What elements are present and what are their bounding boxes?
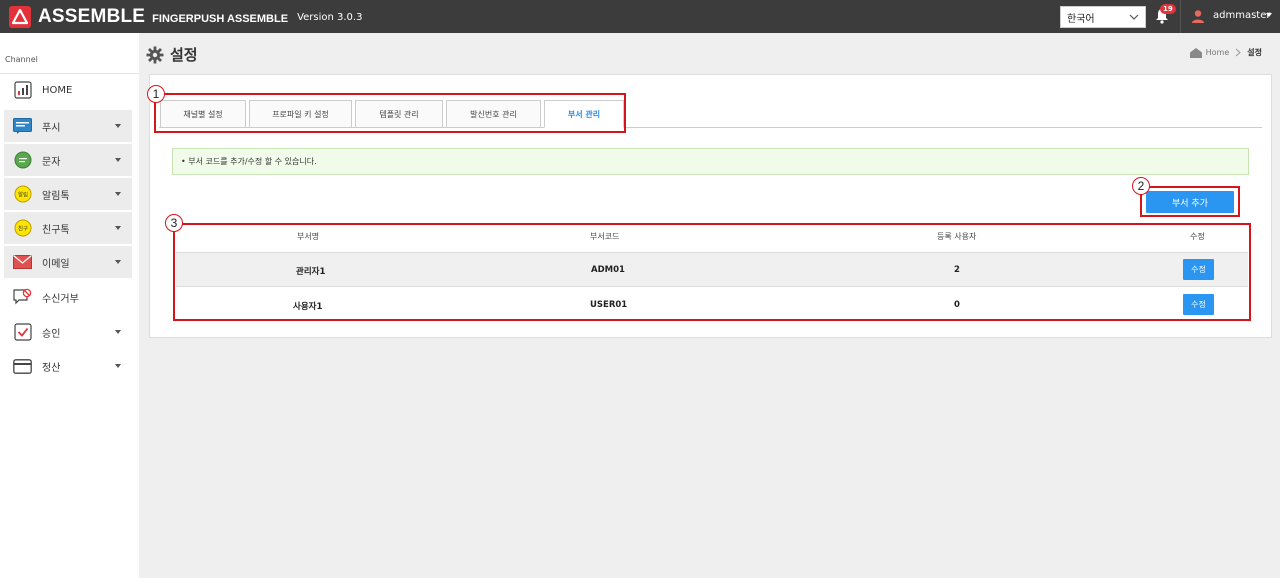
chevron-down-icon <box>115 192 121 196</box>
sms-icon <box>13 151 32 169</box>
header-divider <box>1180 0 1181 33</box>
version-label: Version 3.0.3 <box>297 11 363 23</box>
notification-badge: 19 <box>1160 4 1176 14</box>
chevron-down-icon <box>115 226 121 230</box>
callout-box-tabs <box>154 93 626 133</box>
friendtalk-icon: 친구 <box>13 219 32 237</box>
sidebar-item-reject[interactable]: 수신거부 <box>4 281 132 313</box>
brand-subtitle: FINGERPUSH ASSEMBLE <box>152 12 289 25</box>
sidebar-item-push[interactable]: 푸시 <box>4 110 132 142</box>
sidebar-item-sms[interactable]: 문자 <box>4 144 132 176</box>
sidebar-item-label: 승인 <box>42 328 61 340</box>
friendtalk-badge-text: 친구 <box>17 225 27 233</box>
info-message: • 부서 코드를 추가/수정 할 수 있습니다. <box>172 148 1249 175</box>
gear-icon <box>146 46 164 63</box>
sidebar-item-label: HOME <box>42 84 73 96</box>
reject-icon <box>13 288 32 306</box>
page-header: 설정 <box>146 44 198 65</box>
home-icon <box>1189 47 1202 58</box>
sidebar-item-settlement[interactable]: 정산 <box>4 350 132 382</box>
breadcrumb-current: 설정 <box>1247 48 1262 57</box>
user-menu-caret-icon[interactable] <box>1266 13 1272 17</box>
brand-name[interactable]: ASSEMBLE <box>38 6 145 28</box>
callout-box-add-button <box>1140 186 1240 217</box>
chevron-down-icon <box>115 364 121 368</box>
sidebar-item-friendtalk[interactable]: 친구 친구톡 <box>4 212 132 244</box>
breadcrumb: Home 설정 <box>1189 47 1262 58</box>
page-title: 설정 <box>170 46 198 64</box>
alimtalk-badge-text: 알림 <box>17 191 27 199</box>
chevron-down-icon <box>115 124 121 128</box>
push-icon <box>13 117 32 135</box>
chevron-down-icon <box>115 330 121 334</box>
check-icon <box>13 323 32 341</box>
sidebar-item-label: 푸시 <box>42 122 61 134</box>
channel-label: Channel <box>5 55 38 64</box>
callout-number: 1 <box>147 85 165 103</box>
language-value: 한국어 <box>1067 13 1095 25</box>
chevron-down-icon <box>115 158 121 162</box>
sidebar-item-label: 알림톡 <box>42 190 70 202</box>
sidebar-item-label: 수신거부 <box>42 293 79 305</box>
sidebar-item-label: 친구톡 <box>42 224 70 236</box>
sidebar-item-label: 문자 <box>42 156 61 168</box>
sidebar-item-alimtalk[interactable]: 알림 알림톡 <box>4 178 132 210</box>
callout-box-table <box>173 223 1251 321</box>
callout-number: 2 <box>1132 177 1150 195</box>
alimtalk-icon: 알림 <box>13 185 32 203</box>
sidebar-item-approval[interactable]: 승인 <box>4 316 132 348</box>
breadcrumb-home[interactable]: Home <box>1206 48 1230 57</box>
chart-icon <box>13 81 32 99</box>
language-select[interactable]: 한국어 <box>1060 6 1146 28</box>
username[interactable]: admmaster <box>1213 10 1270 21</box>
sidebar-item-email[interactable]: 이메일 <box>4 246 132 278</box>
chevron-right-icon <box>1235 48 1242 57</box>
sidebar-item-home[interactable]: HOME <box>4 74 132 106</box>
chevron-down-icon <box>1129 14 1139 20</box>
sidebar-item-label: 정산 <box>42 362 61 374</box>
logo-icon[interactable] <box>9 5 31 28</box>
chevron-down-icon <box>115 260 121 264</box>
user-icon[interactable] <box>1191 9 1205 23</box>
mail-icon <box>13 253 32 271</box>
card-icon <box>13 357 32 375</box>
callout-number: 3 <box>165 214 183 232</box>
sidebar-item-label: 이메일 <box>42 258 70 270</box>
